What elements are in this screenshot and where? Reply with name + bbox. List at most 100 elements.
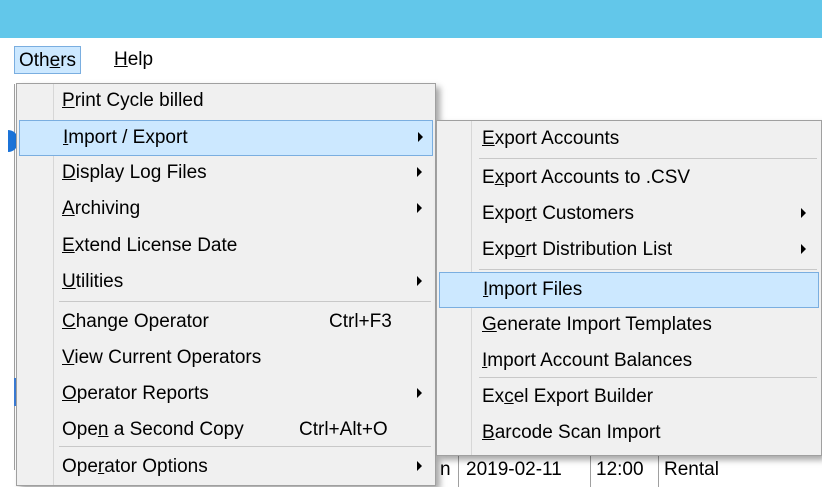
menu-item-label-post: mport Files: [488, 279, 583, 300]
row-cell-divider: [590, 453, 591, 487]
menu-item-label-pre: Ope: [62, 419, 98, 440]
menu-item-label-acc: C: [62, 311, 76, 332]
import-export-item-import-files[interactable]: Import Files: [439, 272, 819, 308]
submenu-arrow-icon: [417, 167, 422, 177]
menu-others-text-end: rs: [60, 50, 77, 71]
menu-item-label-post: ator Options: [104, 456, 208, 477]
menu-item-label-acc: x: [494, 167, 505, 188]
submenu-arrow-icon: [801, 244, 806, 254]
menu-item-label-post: xtend License Date: [74, 235, 238, 256]
menu-item-label-acc: O: [62, 383, 77, 404]
menu-item-label-acc: D: [62, 162, 76, 183]
import-export-item-generate-import-templates[interactable]: Generate Import Templates: [439, 308, 819, 344]
menu-item-label-acc: E: [482, 128, 495, 149]
others-menu-item-display-log-files[interactable]: Display Log Files: [19, 156, 433, 192]
menu-item-label-post: port Accounts to .CSV: [504, 167, 691, 188]
import-export-item-excel-export-builder[interactable]: Excel Export Builder: [439, 380, 819, 416]
others-menu-item-operator-options[interactable]: Operator Options: [19, 450, 433, 486]
import-export-item-import-account-balances[interactable]: Import Account Balances: [439, 344, 819, 380]
menu-item-label-post: mport Account Balances: [487, 350, 693, 371]
import-export-item-barcode-scan-import[interactable]: Barcode Scan Import: [439, 416, 819, 452]
menu-item-label: Generate Import Templates: [482, 314, 712, 336]
background-table-row[interactable]: n 2019-02-11 12:00 Rental: [436, 452, 822, 487]
menu-item-label-post: el Export Builder: [513, 386, 654, 407]
menu-item-label-post: xport Accounts: [494, 128, 620, 149]
menu-item-label-pre: E: [482, 167, 495, 188]
others-menu-item-archiving[interactable]: Archiving: [19, 192, 433, 228]
menu-item-shortcut: Ctrl+Alt+O: [299, 419, 388, 440]
menu-help-text-end: elp: [127, 49, 154, 70]
row-cell-type: Rental: [664, 459, 719, 480]
menu-item-label-post: iew Current Operators: [74, 347, 262, 368]
row-cell-date: 2019-02-11: [466, 459, 562, 480]
others-menu-item-view-current-operators[interactable]: View Current Operators: [19, 341, 433, 377]
menu-item-label-pre: Exp: [482, 239, 515, 260]
menu-item-label-pre: Ex: [482, 386, 505, 407]
menu-help-accel: H: [114, 49, 128, 70]
submenu-arrow-icon: [417, 388, 422, 398]
row-cell-divider: [458, 453, 459, 487]
menu-item-label: Import / Export: [63, 127, 188, 149]
menu-item-label-post: isplay Log Files: [75, 162, 207, 183]
menu-item-shortcut: Ctrl+F3: [329, 311, 392, 332]
menu-item-label-post: rchiving: [74, 198, 141, 219]
menu-item-label-post: mport / Export: [68, 127, 188, 148]
others-menu-item-print-cycle-billed[interactable]: Print Cycle billed: [19, 84, 433, 120]
import-export-item-export-distribution-list[interactable]: Export Distribution List: [439, 233, 819, 269]
menu-item-label: Operator Options: [62, 456, 208, 478]
menu-separator: [479, 377, 817, 378]
menu-item-label-post: perator Reports: [76, 383, 209, 404]
menu-separator: [59, 301, 431, 302]
menu-item-label-post: hange Operator: [75, 311, 209, 332]
menu-item-label-acc: V: [62, 347, 75, 368]
menu-item-label-acc: G: [482, 314, 497, 335]
menu-item-label-pre: Expo: [482, 203, 526, 224]
submenu-arrow-icon: [417, 461, 422, 471]
row-cell-divider: [658, 453, 659, 487]
menu-item-label-post: rt Distribution List: [525, 239, 673, 260]
window-title-bar: [0, 0, 822, 38]
menu-others-accel: e: [49, 50, 61, 71]
menu-item-label: Print Cycle billed: [62, 90, 204, 112]
submenu-arrow-icon: [418, 132, 423, 142]
import-export-item-export-accounts-to-csv[interactable]: Export Accounts to .CSV: [439, 161, 819, 197]
menu-item-label-acc: c: [504, 386, 514, 407]
row-cell-partial: n: [440, 459, 451, 480]
menu-item-label: Export Accounts: [482, 128, 619, 150]
menu-separator: [479, 158, 817, 159]
menu-item-label: Export Customers: [482, 203, 634, 225]
others-menu-item-utilities[interactable]: Utilities: [19, 265, 433, 301]
row-cell-time: 12:00: [596, 459, 644, 480]
menu-item-label: Excel Export Builder: [482, 386, 653, 408]
menu-item-label-post: enerate Import Templates: [496, 314, 712, 335]
menu-item-label: Barcode Scan Import: [482, 422, 661, 444]
menu-item-label-post: a Second Copy: [108, 419, 244, 440]
menu-item-label: View Current Operators: [62, 347, 261, 369]
submenu-arrow-icon: [417, 276, 422, 286]
others-menu-item-import-export[interactable]: Import / Export: [19, 120, 433, 156]
menu-item-label: Operator Reports: [62, 383, 209, 405]
menu-item-label-acc: A: [62, 198, 75, 219]
others-menu-item-open-a-second-copy[interactable]: Open a Second Copy Ctrl+Alt+O: [19, 413, 433, 449]
menu-item-label: Display Log Files: [62, 162, 207, 184]
others-menu-item-extend-license-date[interactable]: Extend License Date: [19, 229, 433, 265]
menu-item-label: Import Files: [483, 279, 582, 301]
menu-item-label: Change Operator: [62, 311, 209, 333]
import-export-item-export-customers[interactable]: Export Customers: [439, 197, 819, 233]
menu-item-label: Utilities: [62, 271, 123, 293]
menu-item-label: Export Accounts to .CSV: [482, 167, 690, 189]
others-menu-item-change-operator[interactable]: Change Operator Ctrl+F3: [19, 305, 433, 341]
menu-separator: [59, 446, 431, 447]
menu-item-label-post: arcode Scan Import: [494, 422, 661, 443]
menu-help[interactable]: Help: [110, 46, 157, 74]
menu-item-label: Extend License Date: [62, 235, 237, 257]
menu-item-label-acc: n: [97, 419, 109, 440]
import-export-item-export-accounts[interactable]: Export Accounts: [439, 122, 819, 158]
menu-others-text: Oth: [19, 50, 50, 71]
menu-item-label: Archiving: [62, 198, 140, 220]
others-menu: Print Cycle billed Import / Export Display…: [16, 83, 436, 486]
menu-others[interactable]: Others: [14, 46, 82, 74]
menu-item-label: Export Distribution List: [482, 239, 672, 261]
others-menu-item-operator-reports[interactable]: Operator Reports: [19, 377, 433, 413]
menu-item-label-acc: o: [514, 239, 526, 260]
